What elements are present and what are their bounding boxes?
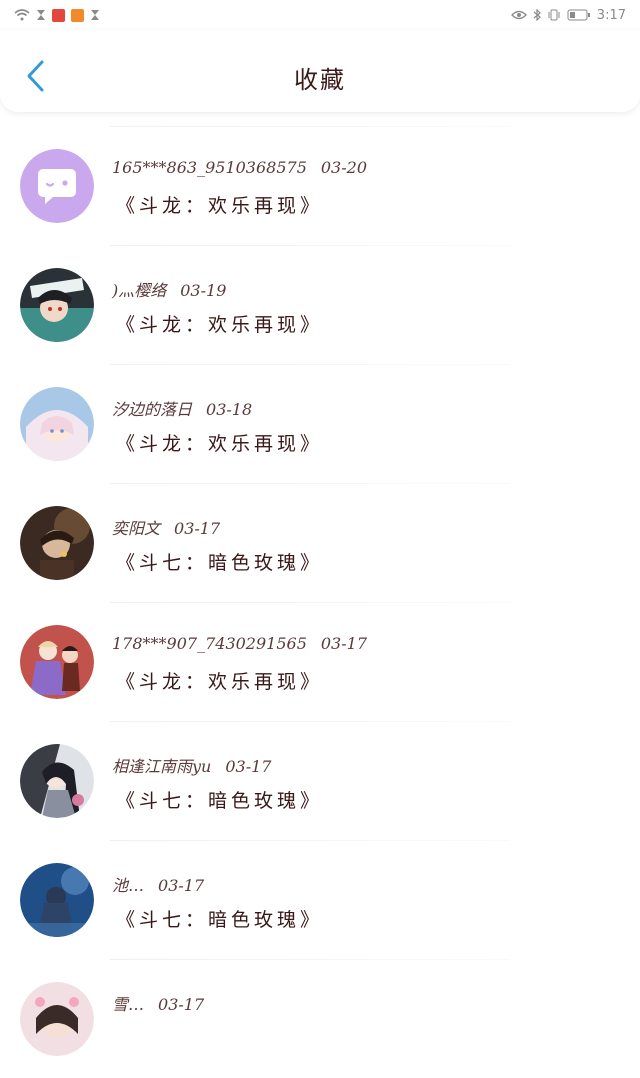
user-name: 奕阳文 — [112, 519, 161, 538]
favorite-meta: 奕阳文 03-17 — [112, 515, 220, 539]
favorite-meta: )灬樱络 03-19 — [112, 277, 226, 301]
user-name: 相逢江南雨yu — [112, 757, 212, 776]
favorite-date: 03-17 — [158, 876, 205, 895]
app-notification-icon — [52, 8, 65, 22]
status-left — [14, 8, 100, 22]
status-right: 3:17 — [510, 7, 626, 23]
favorite-item[interactable]: 178***907_7430291565 03-17 《斗龙：欢乐再现》 — [0, 603, 640, 721]
wifi-icon — [14, 9, 30, 21]
favorite-meta: 雪… 03-17 — [112, 991, 204, 1015]
app-header: 收藏 — [0, 30, 640, 112]
video-app-icon — [71, 8, 84, 22]
favorite-item[interactable]: )灬樱络 03-19 《斗龙：欢乐再现》 — [0, 246, 640, 364]
favorite-date: 03-17 — [320, 634, 367, 653]
favorite-item[interactable]: 奕阳文 03-17 《斗七：暗色玫瑰》 — [0, 484, 640, 602]
favorite-meta: 178***907_7430291565 03-17 — [112, 634, 367, 653]
book-title: 《斗龙：欢乐再现》 — [116, 671, 324, 693]
avatar[interactable] — [20, 982, 94, 1056]
user-name: 165***863_9510368575 — [112, 158, 307, 177]
book-title: 《斗龙：欢乐再现》 — [116, 195, 324, 217]
avatar[interactable] — [20, 744, 94, 818]
favorite-meta: 165***863_9510368575 03-20 — [112, 158, 367, 177]
favorite-date: 03-17 — [225, 757, 272, 776]
avatar[interactable] — [20, 387, 94, 461]
avatar[interactable] — [20, 268, 94, 342]
eye-icon — [510, 10, 527, 20]
avatar[interactable] — [20, 506, 94, 580]
avatar[interactable] — [20, 863, 94, 937]
avatar[interactable] — [20, 625, 94, 699]
favorites-list: 165***863_9510368575 03-20 《斗龙：欢乐再现》 )灬樱络… — [0, 126, 640, 1078]
status-bar: 3:17 — [0, 0, 640, 30]
favorite-date: 03-17 — [174, 519, 221, 538]
favorite-meta: 池… 03-17 — [112, 872, 204, 896]
user-name: 178***907_7430291565 — [112, 634, 307, 653]
favorite-item[interactable]: 165***863_9510368575 03-20 《斗龙：欢乐再现》 — [0, 127, 640, 245]
favorite-item[interactable]: 池… 03-17 《斗七：暗色玫瑰》 — [0, 841, 640, 959]
book-title: 《斗龙：欢乐再现》 — [116, 314, 324, 336]
user-name: 池… — [112, 876, 145, 895]
vibrate-icon — [548, 9, 560, 21]
favorite-date: 03-17 — [158, 995, 205, 1014]
avatar[interactable] — [20, 149, 94, 223]
battery-icon — [567, 9, 590, 21]
hourglass-icon — [91, 10, 99, 20]
favorite-item[interactable]: 相逢江南雨yu 03-17 《斗七：暗色玫瑰》 — [0, 722, 640, 840]
book-title: 《斗龙：欢乐再现》 — [116, 433, 324, 455]
book-title: 《斗七：暗色玫瑰》 — [116, 909, 324, 931]
favorite-item[interactable]: 汐边的落日 03-18 《斗龙：欢乐再现》 — [0, 365, 640, 483]
user-name: 雪… — [112, 995, 145, 1014]
bluetooth-icon — [533, 9, 541, 21]
user-name: 汐边的落日 — [112, 400, 193, 419]
favorite-meta: 相逢江南雨yu 03-17 — [112, 753, 271, 777]
book-title: 《斗七：暗色玫瑰》 — [116, 552, 324, 574]
user-name: )灬樱络 — [112, 281, 167, 300]
favorite-date: 03-19 — [180, 281, 227, 300]
favorite-date: 03-20 — [320, 158, 367, 177]
book-title: 《斗七：暗色玫瑰》 — [116, 790, 324, 812]
hourglass-icon — [37, 10, 45, 20]
favorite-date: 03-18 — [206, 400, 253, 419]
status-time: 3:17 — [596, 7, 626, 23]
page-title: 收藏 — [294, 66, 346, 94]
favorite-item[interactable]: 雪… 03-17 — [0, 960, 640, 1078]
favorite-meta: 汐边的落日 03-18 — [112, 396, 252, 420]
